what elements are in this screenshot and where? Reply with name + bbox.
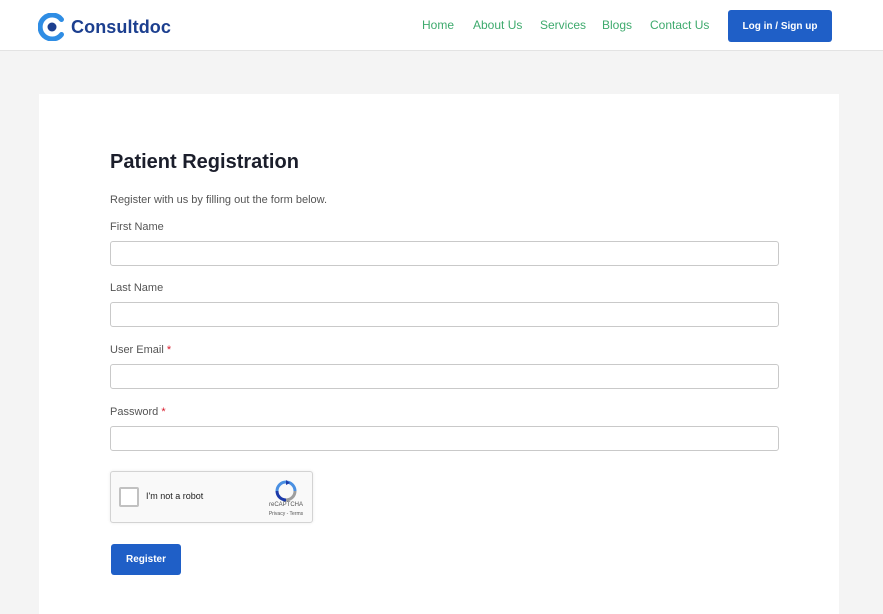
first-name-label-text: First Name xyxy=(110,221,164,233)
login-signup-button[interactable]: Log in / Sign up xyxy=(728,10,832,42)
last-name-label-text: Last Name xyxy=(110,282,164,294)
recaptcha-icon xyxy=(275,480,297,502)
nav-contact-us[interactable]: Contact Us xyxy=(650,18,709,32)
nav-blogs[interactable]: Blogs xyxy=(602,18,632,32)
recaptcha-label: I'm not a robot xyxy=(146,491,204,501)
form-subtitle: Register with us by filling out the form… xyxy=(110,194,328,206)
logo-icon xyxy=(38,13,64,41)
password-input[interactable] xyxy=(110,426,779,451)
user-email-label-text: User Email xyxy=(110,344,164,356)
nav-home[interactable]: Home xyxy=(422,18,454,32)
brand-name: Consultdoc xyxy=(71,16,171,37)
nav-services[interactable]: Services xyxy=(540,18,586,32)
user-email-input[interactable] xyxy=(110,364,779,389)
register-button[interactable]: Register xyxy=(111,544,181,575)
first-name-input[interactable] xyxy=(110,241,779,266)
site-header: Consultdoc Home About Us Services Blogs … xyxy=(0,0,883,51)
page-title: Patient Registration xyxy=(110,151,299,173)
first-name-label: First Name xyxy=(110,221,164,233)
recaptcha-brand: reCAPTCHA xyxy=(268,502,303,508)
required-marker: * xyxy=(161,406,166,418)
last-name-input[interactable] xyxy=(110,302,779,327)
recaptcha-checkbox[interactable] xyxy=(119,487,139,507)
user-email-label: User Email * xyxy=(110,344,171,356)
last-name-label: Last Name xyxy=(110,282,163,294)
required-marker: * xyxy=(166,344,172,356)
brand-logo[interactable]: Consultdoc xyxy=(38,13,171,41)
registration-card: Patient Registration Register with us by… xyxy=(39,94,839,614)
recaptcha-widget: I'm not a robot reCAPTCHA Privacy - Term… xyxy=(110,471,313,523)
recaptcha-links[interactable]: Privacy - Terms xyxy=(261,511,311,517)
password-label-text: Password xyxy=(110,406,159,418)
password-label: Password * xyxy=(110,406,166,418)
nav-about-us[interactable]: About Us xyxy=(473,18,522,32)
